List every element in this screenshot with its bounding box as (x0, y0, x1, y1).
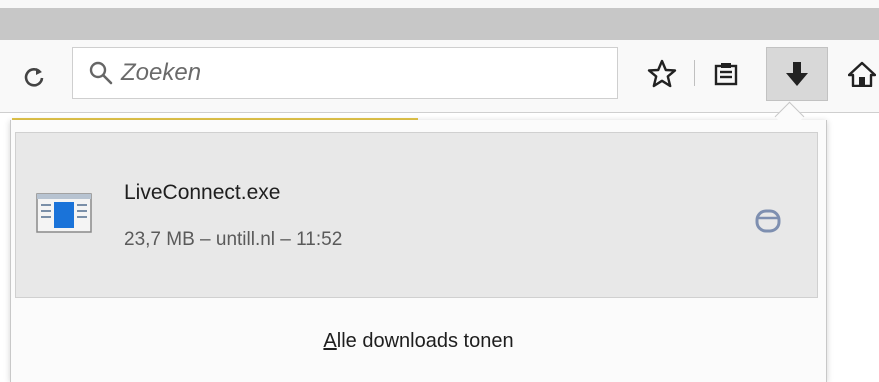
reload-button[interactable] (12, 56, 56, 98)
search-icon (89, 61, 113, 85)
download-item[interactable]: LiveConnect.exe 23,7 MB – untill.nl – 11… (15, 132, 818, 298)
reading-list-button[interactable] (704, 47, 748, 101)
download-file-meta: 23,7 MB – untill.nl – 11:52 (124, 229, 343, 250)
download-file-name: LiveConnect.exe (124, 181, 281, 204)
show-all-downloads-link[interactable]: Alle downloads tonen (10, 330, 827, 353)
show-all-accesskey: A (323, 330, 337, 352)
show-all-label: lle downloads tonen (336, 330, 514, 352)
star-icon (647, 59, 677, 88)
home-icon (848, 61, 876, 87)
tab-strip (0, 8, 879, 40)
library-icon (714, 63, 738, 86)
bookmark-button[interactable] (640, 47, 684, 101)
home-button[interactable] (848, 47, 879, 101)
open-folder-icon[interactable] (752, 205, 784, 237)
reload-icon (24, 68, 44, 87)
download-arrow-icon (786, 62, 808, 86)
toolbar-separator (694, 60, 695, 86)
search-placeholder: Zoeken (121, 59, 202, 86)
executable-file-icon (36, 193, 92, 233)
search-bar[interactable]: Zoeken (72, 47, 618, 99)
downloads-button[interactable] (766, 47, 828, 101)
